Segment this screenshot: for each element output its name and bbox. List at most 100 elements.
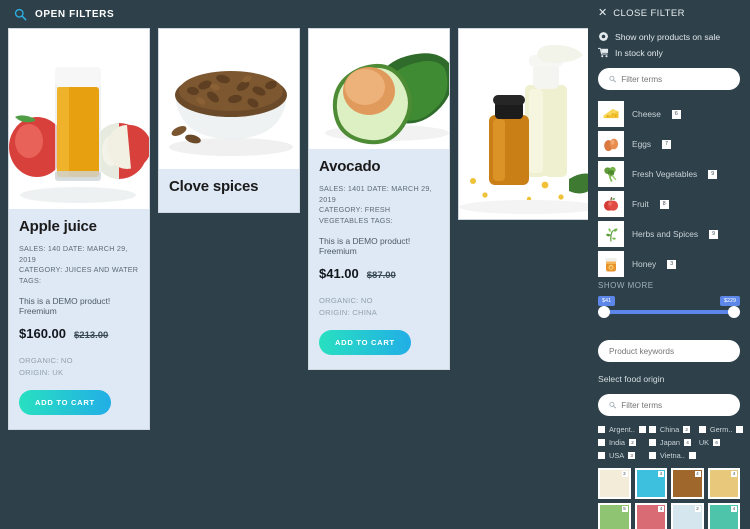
color-swatch[interactable]: 2 [598,468,631,499]
product-card[interactable]: Clove spices [158,28,300,213]
country-count: 2 [683,426,691,433]
country-item-japan[interactable]: Japan 4 [648,438,696,447]
category-item-honey[interactable]: Honey 3 [598,251,740,277]
product-image-essential-oil[interactable] [459,29,599,219]
country-item-vietnam[interactable]: Vietna.. [648,451,696,460]
country-label: China [659,425,680,434]
product-meta-line2: CATEGORY: FRESH VEGETABLES TAGS: [319,205,393,226]
add-to-cart-button[interactable]: ADD TO CART [19,389,111,415]
country-item-argentina[interactable]: Argent.. [598,425,646,434]
product-description: This is a DEMO product! Freemium [319,235,411,256]
checkbox[interactable] [598,452,605,459]
price-slider-max-handle[interactable] [728,306,740,318]
add-to-cart-button[interactable]: ADD TO CART [319,329,411,355]
country-label: Japan [659,438,681,447]
color-swatch[interactable]: 4 [671,468,704,499]
swatch-count: 2 [621,471,628,477]
color-swatch[interactable]: 4 [634,468,667,499]
origin-filter-input-wrap[interactable] [598,394,740,416]
country-item-uk[interactable]: UK 6 [699,438,744,447]
app-root: OPEN FILTERS Apple juice SALES: 140 DATE… [0,0,750,529]
product-card[interactable] [458,28,600,220]
category-count: 8 [659,199,669,209]
category-filter-input[interactable] [621,74,729,84]
price-row: $160.00 $213.00 [19,326,139,341]
category-item-eggs[interactable]: Eggs 7 [598,131,740,157]
price-slider-min-handle[interactable] [598,306,610,318]
country-count [638,426,646,433]
product-grid: Apple juice SALES: 140 DATE: MARCH 29, 2… [8,28,750,529]
country-label: Vietna.. [659,451,685,460]
product-origin-country: ORIGIN: UK [19,367,64,377]
product-image-apple-juice[interactable] [9,29,149,209]
category-label: Fresh Vegetables [632,169,698,179]
category-item-fresh-vegetables[interactable]: Fresh Vegetables 9 [598,161,740,187]
product-origin-country: ORIGIN: CHINA [319,307,378,317]
category-count: 9 [709,229,719,239]
country-count: 3 [628,452,636,459]
product-card[interactable]: Apple juice SALES: 140 DATE: MARCH 29, 2… [8,28,150,430]
sale-tag-icon [598,31,609,42]
color-swatch[interactable]: 4 [707,502,740,529]
category-item-herbs-and-spices[interactable]: Herbs and Spices 9 [598,221,740,247]
category-label: Eggs [632,139,652,149]
product-meta: SALES: 140 DATE: MARCH 29, 2019 CATEGORY… [19,244,139,287]
product-info: Clove spices [159,169,299,212]
swatch-count: 5 [621,505,628,512]
country-item-india[interactable]: India 2 [598,438,646,447]
price-slider-track[interactable] [598,310,740,314]
color-swatch[interactable]: 4 [634,502,667,529]
cheese-icon [598,101,624,127]
origin-filter-input[interactable] [621,400,729,410]
product-keywords-input[interactable] [609,346,729,356]
checkbox[interactable] [648,426,656,433]
product-card[interactable]: Avocado SALES: 1401 DATE: MARCH 29, 2019… [308,28,450,370]
open-filters-bar[interactable]: OPEN FILTERS [0,0,588,28]
country-checkbox-grid: Argent.. China 2 Germ.. India 2 Japan 4 … [598,425,744,460]
category-item-cheese[interactable]: Cheese 6 [598,101,740,127]
checkbox[interactable] [648,439,656,446]
product-price-old: $213.00 [74,329,109,341]
checkbox[interactable] [598,426,605,433]
shopping-cart-icon [598,47,609,58]
product-meta-line2: CATEGORY: JUICES AND WATER TAGS: [19,265,139,286]
category-item-fruit[interactable]: Fruit 8 [598,191,740,217]
product-image-avocado[interactable] [309,29,449,149]
product-keywords-input-wrap[interactable] [598,340,740,362]
color-swatch[interactable]: 2 [671,502,704,529]
category-filter-input-wrap[interactable] [598,68,740,90]
close-icon: ✕ [598,7,608,19]
country-label: USA [609,451,625,460]
country-item-china[interactable]: China 2 [648,425,696,434]
swatch-count: 4 [694,471,701,477]
color-swatch[interactable]: 4 [707,468,740,499]
category-label: Fruit [632,199,649,209]
checkbox[interactable] [698,426,706,433]
color-swatch-grid: 2 4 4 4 5 4 2 4 [598,468,740,529]
filter-in-stock-toggle[interactable]: In stock only [598,47,740,58]
category-label: Cheese [632,109,661,119]
color-swatch[interactable]: 5 [598,502,631,529]
filter-on-sale-label: Show only products on sale [615,31,721,42]
price-range-slider[interactable]: $41 $229 [598,296,740,326]
swatch-count: 4 [658,471,664,477]
checkbox[interactable] [598,439,605,446]
broccoli-icon [598,161,624,187]
country-item-germany[interactable]: Germ.. [698,425,744,434]
product-image-clove-spices[interactable] [159,29,299,169]
filter-on-sale-toggle[interactable]: Show only products on sale [598,31,740,42]
close-filter-label: CLOSE FILTER [613,8,685,19]
country-item-usa[interactable]: USA 3 [598,451,646,460]
category-count: 9 [708,169,718,179]
country-count: 6 [713,439,721,446]
eggs-icon [598,131,624,157]
open-filters-label: OPEN FILTERS [35,8,115,20]
close-filter-button[interactable]: ✕ CLOSE FILTER [598,7,740,20]
food-origin-label: Select food origin [598,374,665,384]
country-label: Argent.. [609,425,635,434]
price-row: $41.00 $87.00 [319,266,439,281]
checkbox[interactable] [648,452,656,459]
product-price: $41.00 [319,265,359,281]
herbs-icon [598,221,624,247]
show-more-categories-link[interactable]: SHOW MORE [598,281,740,290]
